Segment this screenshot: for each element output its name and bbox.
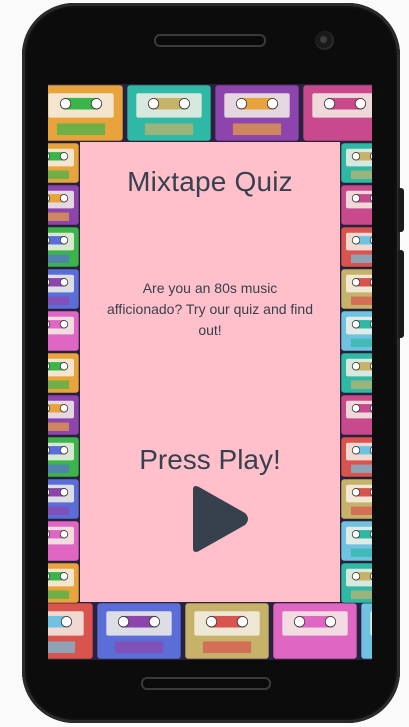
cassette-tape bbox=[340, 436, 372, 478]
start-prompt: Press Play! bbox=[139, 444, 281, 475]
cassette-tape bbox=[340, 226, 372, 268]
cassette-tape bbox=[340, 520, 372, 562]
play-icon bbox=[193, 486, 248, 552]
cassette-tape bbox=[48, 226, 80, 268]
cassette-tape bbox=[48, 562, 80, 604]
cassette-tape bbox=[96, 602, 182, 660]
cassette-tape bbox=[48, 394, 80, 436]
cassette-tape bbox=[302, 84, 372, 142]
intro-text: Are you an 80s music afficionado? Try ou… bbox=[107, 280, 313, 338]
cassette-tape bbox=[360, 602, 372, 660]
cassette-tape bbox=[48, 478, 80, 520]
cassette-tape bbox=[272, 602, 358, 660]
cassette-tape bbox=[340, 310, 372, 352]
app-screen: Mixtape Quiz Are you an 80s music affici… bbox=[48, 84, 372, 660]
cassette-tape bbox=[48, 84, 124, 142]
cassette-tape bbox=[48, 268, 80, 310]
earpiece-speaker bbox=[154, 34, 266, 47]
cassette-tape bbox=[340, 142, 372, 184]
cassette-tape bbox=[184, 602, 270, 660]
cassette-tape bbox=[126, 84, 212, 142]
bottom-speaker bbox=[141, 677, 271, 690]
play-button[interactable] bbox=[183, 482, 253, 556]
cassette-tape bbox=[48, 310, 80, 352]
cassette-tape bbox=[340, 394, 372, 436]
cassette-tape bbox=[340, 562, 372, 604]
cassette-tape bbox=[340, 352, 372, 394]
quiz-start-card: Mixtape Quiz Are you an 80s music affici… bbox=[80, 142, 340, 602]
cassette-tape bbox=[48, 520, 80, 562]
cassette-tape bbox=[48, 184, 80, 226]
front-camera bbox=[315, 31, 334, 50]
cassette-tape bbox=[340, 268, 372, 310]
cassette-tape bbox=[48, 602, 94, 660]
page-title: Mixtape Quiz bbox=[127, 166, 293, 197]
cassette-tape bbox=[48, 436, 80, 478]
cassette-tape bbox=[340, 184, 372, 226]
cassette-tape bbox=[214, 84, 300, 142]
cassette-tape bbox=[48, 142, 80, 184]
cassette-tape bbox=[340, 478, 372, 520]
cassette-tape bbox=[48, 352, 80, 394]
power-button bbox=[398, 188, 404, 232]
volume-button bbox=[398, 250, 404, 338]
